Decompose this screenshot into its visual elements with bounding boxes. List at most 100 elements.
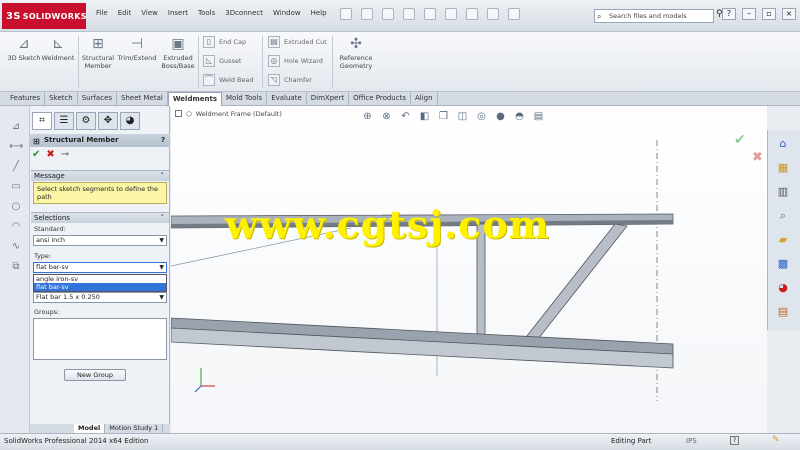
smart-dimension-icon[interactable]: ⟷ [9,140,23,153]
feature-manager-icon[interactable]: ⌗ [32,112,52,130]
weldment-button[interactable]: ⊾ Weldment [38,36,78,62]
search-icon[interactable]: ⌕ [775,208,791,224]
tab-dimxpert[interactable]: DimXpert [307,92,350,105]
tab-mold-tools[interactable]: Mold Tools [222,92,268,105]
rebuild-icon[interactable] [466,8,478,20]
open-icon[interactable] [361,8,373,20]
arc-icon[interactable]: ◠ [9,220,23,233]
help-icon[interactable]: ? [730,436,739,445]
file-properties-icon[interactable] [487,8,499,20]
mirror-icon[interactable]: ⧉ [9,260,23,273]
rectangle-icon[interactable]: ▭ [9,180,23,193]
tab-features[interactable]: Features [6,92,46,105]
menu-edit[interactable]: Edit [118,9,132,17]
reference-geometry-button[interactable]: ✣ Reference Geometry [336,36,376,70]
undo-icon[interactable] [424,8,436,20]
view-settings-icon[interactable]: ▤ [532,110,545,123]
edit-appearance-icon[interactable]: ● [494,110,507,123]
tab-align[interactable]: Align [411,92,438,105]
groups-list[interactable] [33,318,167,360]
confirm-corner-ok-icon[interactable]: ✔ [734,132,746,148]
configuration-manager-icon[interactable]: ⚙ [76,112,96,130]
tab-sketch[interactable]: Sketch [45,92,78,105]
display-style-icon[interactable]: ◫ [456,110,469,123]
appearances-icon[interactable]: ◕ [775,280,791,296]
tab-weldments[interactable]: Weldments [167,92,222,106]
type-option-flat-bar[interactable]: flat bar-sv [34,283,166,291]
dimxpert-manager-icon[interactable]: ✥ [98,112,118,130]
gusset-button[interactable]: ◺ Gusset [203,55,241,67]
help-button[interactable]: ? [161,134,165,147]
new-group-button[interactable]: New Group [64,369,126,381]
custom-properties-icon[interactable]: ▤ [775,304,791,320]
customize-icon[interactable]: ✎ [772,435,780,445]
tab-sheet-metal[interactable]: Sheet Metal [117,92,168,105]
graphics-area[interactable]: ⬡ Weldment Frame (Default) ⊕ ⊗ ↶ ◧ ❒ ◫ ◎… [171,106,767,433]
menu-file[interactable]: File [96,9,108,17]
trim-extend-button[interactable]: ⊣ Trim/Extend [117,36,157,62]
section-view-icon[interactable]: ◧ [418,110,431,123]
print-icon[interactable] [403,8,415,20]
view-orientation-icon[interactable]: ❒ [437,110,450,123]
breadcrumb-toggle[interactable] [175,110,182,117]
confirm-corner-cancel-icon[interactable]: ✖ [752,150,763,165]
save-icon[interactable] [382,8,394,20]
unit-system[interactable]: IPS [686,437,697,445]
tab-surfaces[interactable]: Surfaces [78,92,118,105]
cancel-icon[interactable]: ✖ [46,149,54,160]
tab-evaluate[interactable]: Evaluate [267,92,307,105]
spline-icon[interactable]: ∿ [9,240,23,253]
ok-icon[interactable]: ✔ [32,149,40,160]
type-select[interactable]: flat bar-sv ▼ [33,262,167,273]
folder-icon[interactable]: ▰ [775,232,791,248]
search-input[interactable]: ⌕ Search files and models [594,9,714,23]
structural-member-button[interactable]: ⊞ Structural Member [78,36,118,70]
message-group-header[interactable]: Message ˄ [31,170,169,181]
restore-icon[interactable]: ▫ [762,8,776,20]
help-icon[interactable]: ? [722,8,736,20]
menu-help[interactable]: Help [311,9,327,17]
title-bar: 3S SOLIDWORKS File Edit View Insert Tool… [0,0,800,32]
tab-model[interactable]: Model [74,424,106,433]
menu-view[interactable]: View [141,9,158,17]
menu-insert[interactable]: Insert [168,9,188,17]
standard-select[interactable]: ansi inch ▼ [33,235,167,246]
menu-window[interactable]: Window [273,9,301,17]
view-palette-icon[interactable]: ▩ [775,256,791,272]
pin-icon[interactable]: ⊸ [61,149,69,160]
breadcrumb-part[interactable]: Weldment Frame (Default) [196,110,282,118]
solidworks-logo[interactable]: 3S SOLIDWORKS [2,3,86,29]
type-option-angle-iron[interactable]: angle iron-sv [34,275,166,283]
hole-wizard-button[interactable]: ◎ Hole Wizard [268,55,323,67]
menu-tools[interactable]: Tools [198,9,215,17]
zoom-to-fit-icon[interactable]: ⊕ [361,110,374,123]
menu-3dconnect[interactable]: 3Dconnect [225,9,263,17]
end-cap-button[interactable]: ▯ End Cap [203,36,246,48]
zoom-to-area-icon[interactable]: ⊗ [380,110,393,123]
logo-prefix: 3S [6,10,21,22]
line-icon[interactable]: ╱ [9,160,23,173]
design-library-icon[interactable]: ▦ [775,160,791,176]
size-select[interactable]: Flat bar 1.5 x 0.250 ▼ [33,292,167,303]
solidworks-resources-icon[interactable]: ⌂ [775,136,791,152]
circle-icon[interactable]: ○ [9,200,23,213]
extruded-boss-button[interactable]: ▣ Extruded Boss/Base [158,36,198,70]
select-icon[interactable] [445,8,457,20]
hide-show-icon[interactable]: ◎ [475,110,488,123]
previous-view-icon[interactable]: ↶ [399,110,412,123]
selections-group-header[interactable]: Selections ˄ [31,212,169,223]
options-icon[interactable] [508,8,520,20]
tab-office-products[interactable]: Office Products [349,92,411,105]
chamfer-button[interactable]: ◹ Chamfer [268,74,312,86]
apply-scene-icon[interactable]: ◓ [513,110,526,123]
tab-motion-study[interactable]: Motion Study 1 [105,424,164,433]
new-document-icon[interactable] [340,8,352,20]
display-manager-icon[interactable]: ◕ [120,112,140,130]
property-manager-icon[interactable]: ☰ [54,112,74,130]
file-explorer-icon[interactable]: ▥ [775,184,791,200]
weld-bead-button[interactable]: ⌒ Weld Bead [203,74,254,86]
extruded-cut-button[interactable]: ▤ Extruded Cut [268,36,327,48]
close-icon[interactable]: × [782,8,796,20]
minimize-icon[interactable]: – [742,8,756,20]
sketch-icon[interactable]: ⊿ [9,120,23,133]
